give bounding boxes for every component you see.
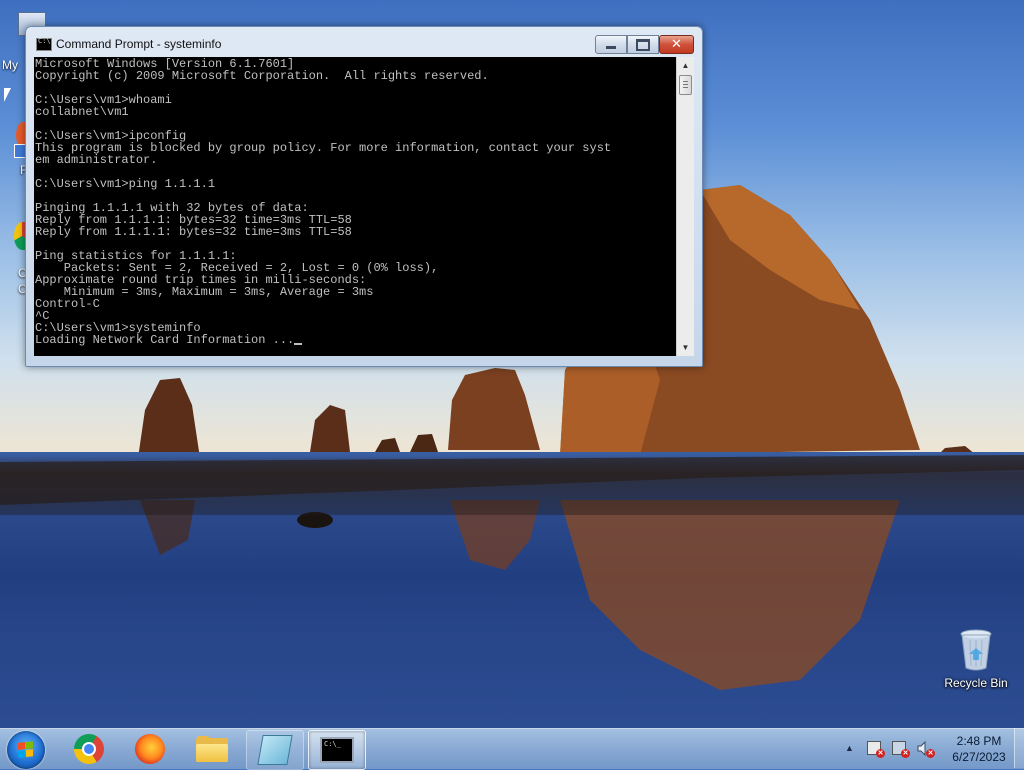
- recycle-bin-desktop-icon[interactable]: Recycle Bin: [938, 628, 1014, 690]
- wallpaper-shore: [0, 455, 1024, 515]
- recycle-bin-icon: [959, 628, 993, 672]
- taskbar-notepad-button[interactable]: [246, 730, 304, 770]
- show-hidden-icons-arrow-icon[interactable]: ▲: [845, 743, 854, 753]
- taskbar-explorer-button[interactable]: [184, 730, 240, 768]
- clock-time: 2:48 PM: [956, 734, 1002, 748]
- scroll-up-arrow-icon[interactable]: ▲: [677, 57, 694, 74]
- action-center-error-icon[interactable]: ✕: [867, 741, 885, 758]
- command-prompt-icon: C:\_: [320, 737, 354, 763]
- taskbar: C:\_ ▲ ✕ ✕ ✕ 2:48 PM 6/27/2023: [0, 728, 1024, 770]
- taskbar-clock[interactable]: 2:48 PM 6/27/2023: [944, 733, 1014, 765]
- chrome-icon: [74, 734, 104, 764]
- close-button[interactable]: ✕: [659, 35, 694, 54]
- minimize-icon: [606, 46, 616, 49]
- mouse-cursor-icon: [4, 88, 11, 102]
- firefox-icon: [135, 734, 165, 764]
- windows-start-icon: [18, 741, 34, 759]
- show-desktop-button[interactable]: [1014, 728, 1024, 768]
- console-output[interactable]: Microsoft Windows [Version 6.1.7601] Cop…: [34, 57, 676, 356]
- console-text: Microsoft Windows [Version 6.1.7601] Cop…: [35, 57, 612, 347]
- notepad-icon: [257, 735, 293, 765]
- computer-icon-label: My: [2, 58, 18, 72]
- scrollbar-thumb[interactable]: [679, 75, 692, 95]
- command-prompt-title-icon: C:\: [36, 37, 52, 51]
- recycle-bin-label: Recycle Bin: [944, 676, 1008, 690]
- command-prompt-window[interactable]: C:\ Command Prompt - systeminfo ✕ Micros…: [25, 26, 703, 367]
- taskbar-chrome-button[interactable]: [61, 730, 117, 768]
- taskbar-firefox-button[interactable]: [122, 730, 178, 768]
- taskbar-command-prompt-button[interactable]: C:\_: [308, 730, 366, 770]
- scroll-down-arrow-icon[interactable]: ▼: [677, 339, 694, 356]
- window-titlebar[interactable]: C:\ Command Prompt - systeminfo ✕: [26, 27, 702, 57]
- file-explorer-icon: [196, 736, 228, 762]
- minimize-button[interactable]: [595, 35, 627, 54]
- maximize-icon: [636, 38, 650, 51]
- console-scrollbar[interactable]: ▲ ▼: [676, 57, 694, 356]
- start-button[interactable]: [7, 731, 45, 769]
- maximize-button[interactable]: [627, 35, 659, 54]
- network-error-icon[interactable]: ✕: [892, 741, 910, 758]
- clock-date: 6/27/2023: [952, 750, 1006, 764]
- volume-muted-icon[interactable]: ✕: [917, 740, 935, 758]
- window-title: Command Prompt - systeminfo: [56, 37, 222, 51]
- close-icon: ✕: [671, 37, 682, 52]
- console-cursor: [294, 343, 303, 345]
- system-tray: ▲ ✕ ✕ ✕ 2:48 PM 6/27/2023: [840, 729, 1024, 769]
